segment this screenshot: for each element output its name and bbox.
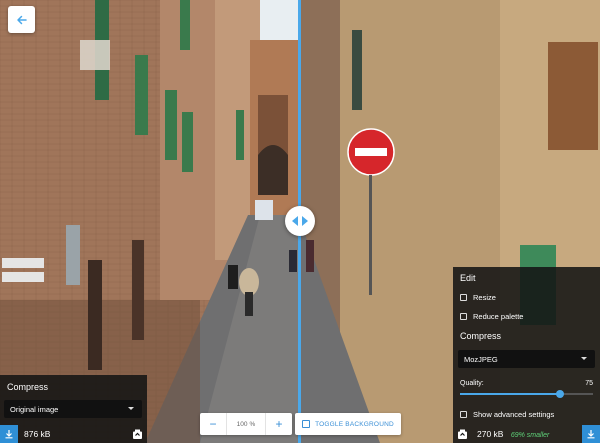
zoom-level-unit: % [249,420,256,428]
reduce-palette-label: Reduce palette [473,312,524,321]
quality-label: Quality: [460,380,484,387]
quality-slider-thumb[interactable] [555,390,564,398]
file-size: 270 kB 69% smaller [477,429,549,439]
reduce-palette-checkbox[interactable]: Reduce palette [460,312,523,321]
chevron-down-icon [128,407,134,410]
quality-slider[interactable] [460,390,593,398]
back-button[interactable] [8,6,35,33]
toggle-background-button[interactable]: TOGGLE BACKGROUND [295,413,401,435]
compression-method-select[interactable]: MozJPEG [458,350,595,368]
chevron-down-icon [581,357,587,360]
arrow-left-icon [16,15,27,24]
right-options-panel: Edit Resize Reduce palette Compress MozJ… [453,267,600,443]
file-size-value: 270 kB [477,429,504,439]
compression-method-value: Original image [10,404,59,414]
compress-title: Compress [460,331,502,341]
toggle-background-label: TOGGLE BACKGROUND [315,420,394,428]
zoom-level-value: 100 [236,420,248,428]
background-icon [302,420,311,428]
checkbox-icon [460,294,467,301]
checkbox-icon [460,411,467,418]
split-arrows-icon [292,216,308,226]
quality-slider-fill [460,393,560,395]
download-icon [587,430,595,439]
copy-settings-button[interactable] [130,427,144,441]
zoom-level[interactable]: 100 % [226,413,266,435]
download-button[interactable] [582,425,600,443]
quality-value: 75 [585,380,593,387]
resize-label: Resize [473,293,496,302]
zoom-controls: − 100 % + [200,413,292,435]
copy-settings-button[interactable] [455,427,469,441]
resize-checkbox[interactable]: Resize [460,293,496,302]
advanced-settings-checkbox[interactable]: Show advanced settings [460,410,554,419]
download-button[interactable] [0,425,18,443]
quality-row: Quality: 75 [460,380,593,387]
compression-method-select[interactable]: Original image [4,400,142,418]
copy-across-icon [132,429,142,439]
divider-handle[interactable] [285,206,315,236]
download-icon [5,430,13,439]
edit-title: Edit [460,273,476,283]
zoom-out-button[interactable]: − [200,413,226,435]
left-options-panel: Compress Original image 876 kB [0,375,147,443]
savings-text: 69% smaller [510,432,550,439]
checkbox-icon [460,313,467,320]
zoom-in-button[interactable]: + [266,413,292,435]
copy-across-icon [457,429,467,439]
file-size: 876 kB [24,429,51,439]
compress-title: Compress [7,382,49,392]
advanced-settings-label: Show advanced settings [473,410,555,419]
compression-method-value: MozJPEG [464,354,498,364]
